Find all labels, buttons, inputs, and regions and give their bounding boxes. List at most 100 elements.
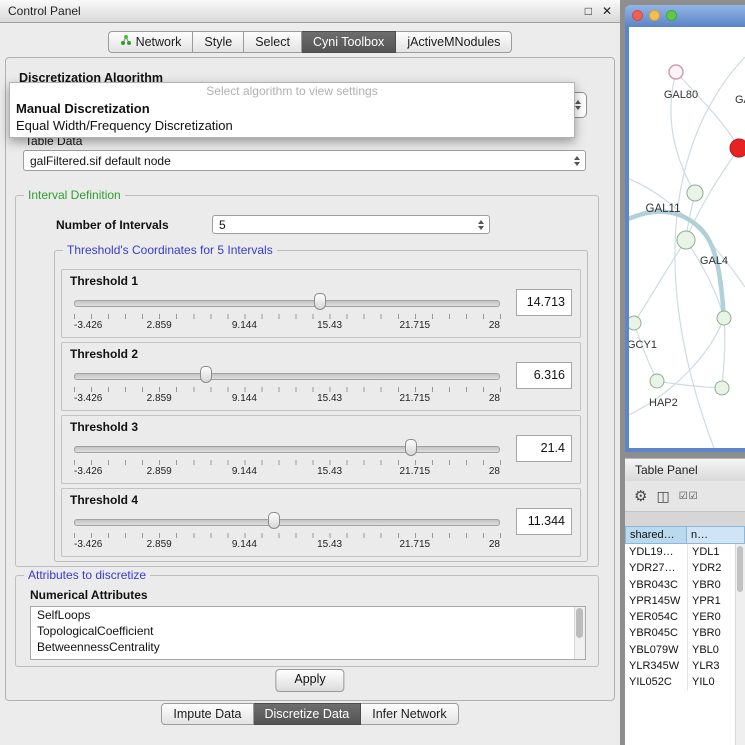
popup-item-equal-width-frequency[interactable]: Equal Width/Frequency Discretization — [10, 117, 574, 134]
table-cell[interactable]: YBL079W — [625, 642, 687, 658]
close-traffic-light-icon[interactable] — [632, 10, 643, 21]
tab-jactivemnodules[interactable]: jActiveMNodules — [396, 31, 512, 53]
tick-label: 9.144 — [232, 320, 257, 331]
table-cell[interactable]: YBR043C — [625, 577, 687, 593]
table-data-combobox[interactable]: galFiltered.sif default node — [23, 150, 586, 171]
network-window-titlebar[interactable] — [625, 5, 745, 28]
table-panel: Table Panel ⚙ ◫ ☑☑ shared… n… YDL19…YDL1… — [625, 458, 745, 745]
apply-button[interactable]: Apply — [275, 669, 344, 692]
control-panel-titlebar: Control Panel □ ✕ — [0, 0, 620, 23]
table-cell[interactable]: YER054C — [625, 609, 687, 625]
table-row[interactable]: YBR045CYBR0 — [625, 625, 745, 641]
tab-infer-network[interactable]: Infer Network — [361, 703, 458, 725]
network-canvas[interactable]: GAL80 GA GAL11 GAL4 GCY1 HAP2 — [625, 27, 745, 452]
threshold-2-value-field[interactable]: 6.316 — [516, 362, 572, 389]
node-label-gal4: GAL4 — [700, 255, 728, 267]
tick-label: 2.859 — [147, 393, 172, 404]
table-header-shared-name[interactable]: shared… — [625, 526, 687, 544]
table-row[interactable]: YBL079WYBL0 — [625, 642, 745, 658]
tick-label: 21.715 — [400, 320, 431, 331]
tab-style[interactable]: Style — [193, 31, 244, 53]
threshold-3-value-field[interactable]: 21.4 — [516, 435, 572, 462]
threshold-1-slider[interactable] — [74, 292, 500, 312]
network-node-gcy1[interactable] — [629, 316, 641, 330]
tick-label: 9.144 — [232, 393, 257, 404]
table-row[interactable]: YPR145WYPR1 — [625, 593, 745, 609]
network-node[interactable] — [717, 311, 731, 325]
list-item[interactable]: BetweennessCentrality — [31, 639, 585, 655]
node-table: shared… n… YDL19…YDL1 YDR27…YDR2 YBR043C… — [625, 526, 745, 745]
threshold-4-value-field[interactable]: 11.344 — [516, 508, 572, 535]
minimize-traffic-light-icon[interactable] — [649, 10, 660, 21]
table-scrollbar[interactable] — [735, 544, 745, 745]
select-columns-icon[interactable]: ☑☑ — [679, 491, 699, 502]
slider-track[interactable] — [74, 373, 500, 380]
threshold-2-slider[interactable] — [74, 365, 500, 385]
control-panel: Control Panel □ ✕ Network Style Select C… — [0, 0, 620, 745]
popup-item-manual-discretization[interactable]: Manual Discretization — [10, 100, 574, 117]
network-tab-icon — [120, 32, 132, 52]
gear-icon[interactable]: ⚙ — [634, 487, 647, 505]
table-row[interactable]: YDL19…YDL1 — [625, 544, 745, 560]
list-item[interactable]: SelfLoops — [31, 607, 585, 623]
tab-impute-data[interactable]: Impute Data — [161, 703, 253, 725]
network-node-hap2[interactable] — [650, 374, 664, 388]
slider-track[interactable] — [74, 300, 500, 307]
node-label-gal80: GAL80 — [664, 89, 698, 101]
float-window-icon[interactable]: □ — [585, 0, 592, 22]
tab-select[interactable]: Select — [244, 31, 302, 53]
table-row[interactable]: YER054CYER0 — [625, 609, 745, 625]
network-node[interactable] — [715, 381, 729, 395]
columns-icon[interactable]: ◫ — [656, 488, 669, 505]
interval-definition-title: Interval Definition — [24, 188, 125, 202]
table-cell[interactable]: YBR045C — [625, 625, 687, 641]
threshold-3-slider[interactable] — [74, 438, 500, 458]
threshold-2-label: Threshold 2 — [70, 347, 138, 361]
threshold-1-value-field[interactable]: 14.713 — [516, 289, 572, 316]
table-cell[interactable]: YPR145W — [625, 593, 687, 609]
tick-label: 9.144 — [232, 466, 257, 477]
bottom-tabs: Impute Data Discretize Data Infer Networ… — [0, 703, 620, 725]
table-cell[interactable]: YLR345W — [625, 658, 687, 674]
threshold-3-label: Threshold 3 — [70, 420, 138, 434]
tick-label: 9.144 — [232, 539, 257, 550]
slider-tick-labels: -3.426 2.859 9.144 15.43 21.715 28 — [74, 466, 500, 478]
table-cell[interactable]: YDL19… — [625, 544, 687, 560]
popup-prompt: Select algorithm to view settings — [10, 83, 574, 100]
zoom-traffic-light-icon[interactable] — [666, 10, 677, 21]
tick-label: 21.715 — [400, 539, 431, 550]
slider-track[interactable] — [74, 519, 500, 526]
slider-tick-labels: -3.426 2.859 9.144 15.43 21.715 28 — [74, 393, 500, 405]
stepper-arrows-icon — [478, 220, 484, 230]
tick-label: 2.859 — [147, 539, 172, 550]
close-window-icon[interactable]: ✕ — [602, 0, 612, 22]
tab-network[interactable]: Network — [108, 31, 194, 53]
table-cell[interactable]: YDR27… — [625, 560, 687, 576]
table-data-value: galFiltered.sif default node — [30, 151, 171, 170]
table-header-name[interactable]: n… — [687, 526, 745, 544]
slider-thumb[interactable] — [200, 366, 212, 383]
table-row[interactable]: YBR043CYBR0 — [625, 577, 745, 593]
list-scrollbar[interactable] — [574, 607, 585, 659]
thresholds-group-title: Threshold's Coordinates for 5 Intervals — [63, 243, 277, 257]
table-row[interactable]: YLR345WYLR3 — [625, 658, 745, 674]
slider-track[interactable] — [74, 446, 500, 453]
list-item[interactable]: TopologicalCoefficient — [31, 623, 585, 639]
table-row[interactable]: YDR27…YDR2 — [625, 560, 745, 576]
network-node-gal80[interactable] — [669, 65, 683, 79]
slider-thumb[interactable] — [314, 293, 326, 310]
network-node-selected-red[interactable] — [730, 139, 745, 157]
slider-thumb[interactable] — [405, 439, 417, 456]
threshold-4-label: Threshold 4 — [70, 493, 138, 507]
threshold-4-slider[interactable] — [74, 511, 500, 531]
control-panel-title: Control Panel — [8, 0, 81, 22]
tab-discretize-data[interactable]: Discretize Data — [254, 703, 362, 725]
number-of-intervals-combobox[interactable]: 5 — [212, 215, 490, 234]
slider-thumb[interactable] — [268, 512, 280, 529]
network-node-gal4[interactable] — [677, 231, 695, 249]
threshold-1-label: Threshold 1 — [70, 274, 138, 288]
tab-cyni-toolbox[interactable]: Cyni Toolbox — [302, 31, 396, 53]
network-node-gal11[interactable] — [687, 185, 703, 201]
table-cell[interactable]: YIL052C — [625, 674, 687, 690]
table-row[interactable]: YIL052CYIL0 — [625, 674, 745, 690]
